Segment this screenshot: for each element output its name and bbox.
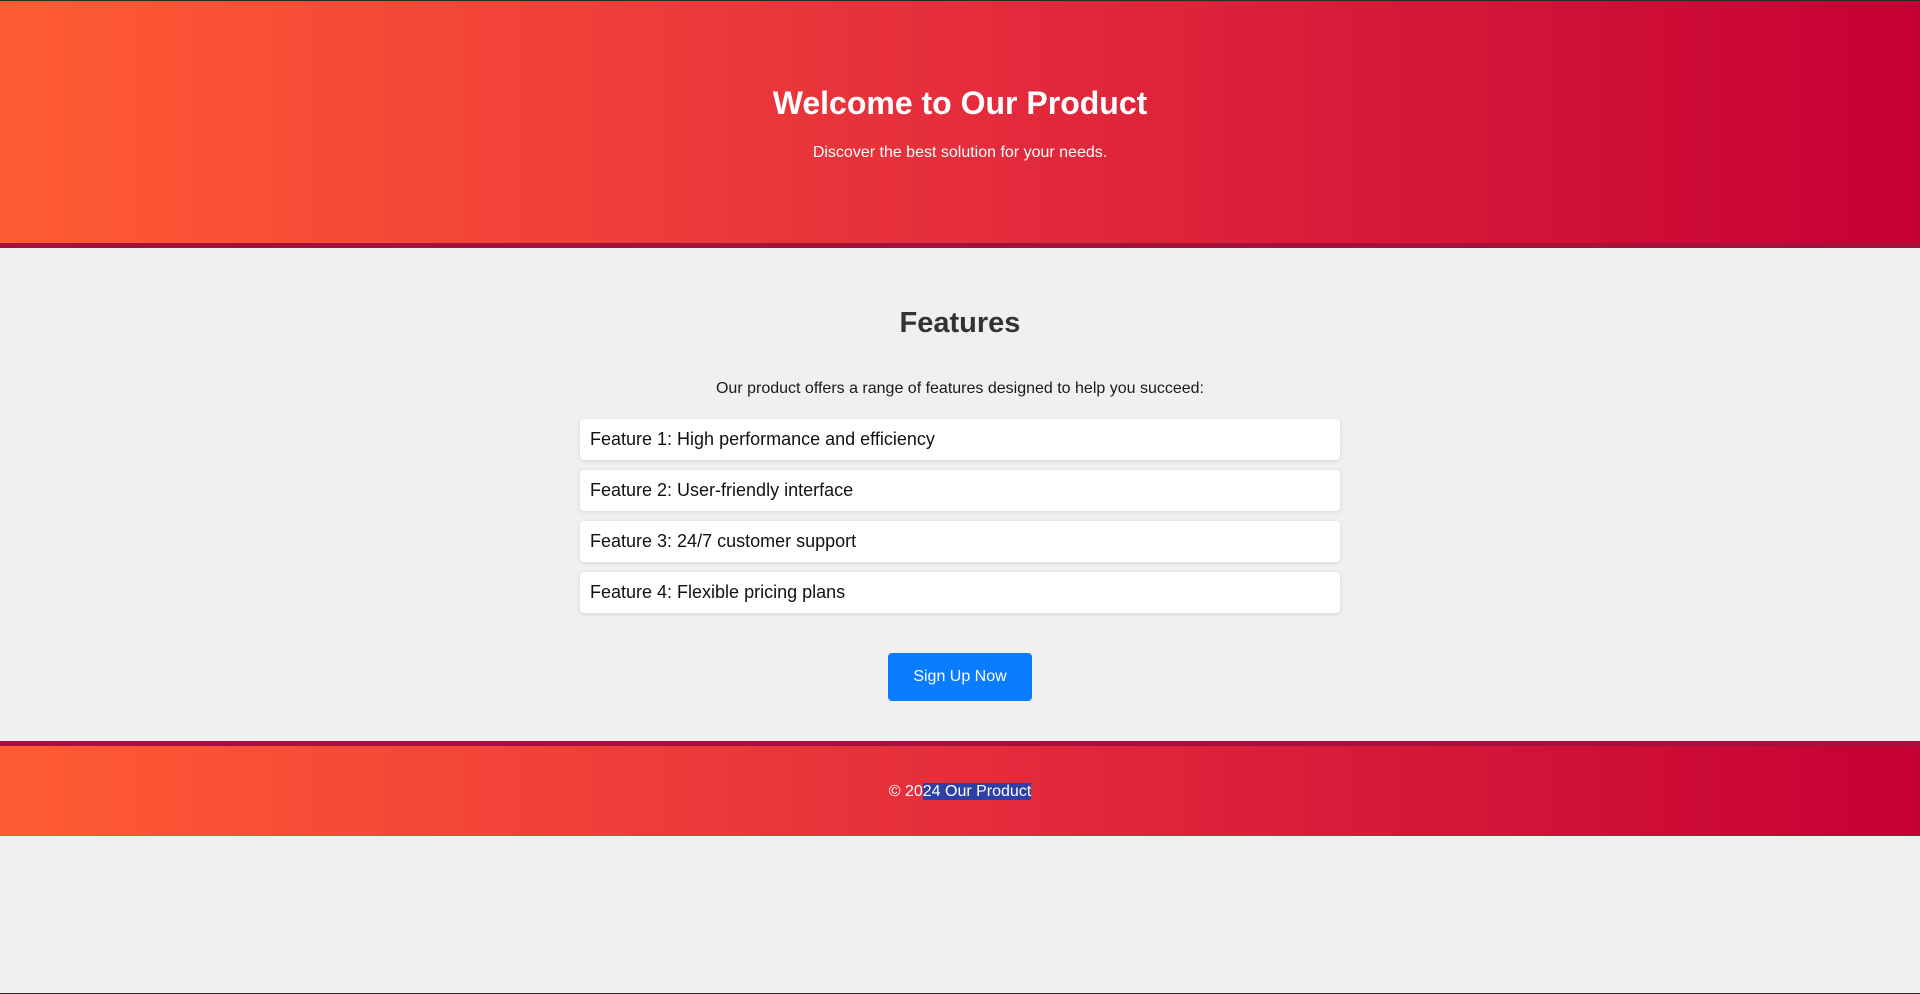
copyright-selected-text: 24 Our Product xyxy=(922,783,1032,800)
feature-item-1: Feature 1: High performance and efficien… xyxy=(580,419,1340,460)
copyright-prefix: © 20 xyxy=(888,783,923,800)
features-heading: Features xyxy=(899,307,1021,339)
window-top-border xyxy=(0,0,1920,1)
features-section: Features Our product offers a range of f… xyxy=(0,248,1920,741)
page-subtitle: Discover the best solution for your need… xyxy=(812,144,1108,161)
feature-item-4: Feature 4: Flexible pricing plans xyxy=(580,572,1340,613)
copyright-text[interactable]: © 2024 Our Product xyxy=(0,782,1920,802)
feature-item-3: Feature 3: 24/7 customer support xyxy=(580,521,1340,562)
page-footer: © 2024 Our Product xyxy=(0,741,1920,836)
feature-list: Feature 1: High performance and efficien… xyxy=(580,419,1340,623)
feature-item-2: Feature 2: User-friendly interface xyxy=(580,470,1340,511)
hero-header: Welcome to Our Product Discover the best… xyxy=(0,0,1920,248)
sign-up-button[interactable]: Sign Up Now xyxy=(888,653,1032,701)
page-title: Welcome to Our Product xyxy=(772,85,1148,121)
features-intro: Our product offers a range of features d… xyxy=(715,380,1204,397)
